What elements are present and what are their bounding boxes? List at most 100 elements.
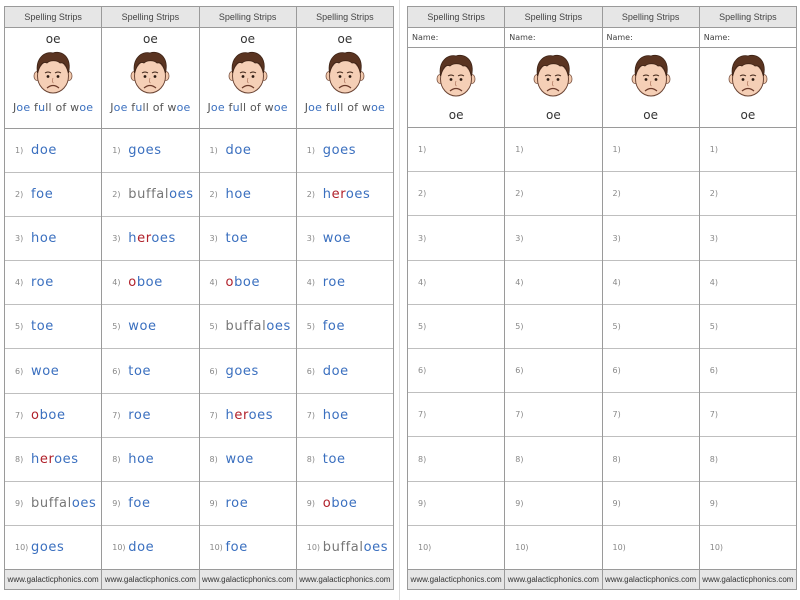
answer-row[interactable]: 2) bbox=[602, 172, 699, 217]
word-row: 6) goes bbox=[199, 349, 296, 394]
word-row: 9) foe bbox=[102, 482, 199, 526]
answer-row[interactable]: 7) bbox=[408, 393, 505, 438]
answer-row[interactable]: 3) bbox=[602, 216, 699, 261]
row-number: 1) bbox=[306, 146, 315, 156]
answer-row[interactable]: 3) bbox=[408, 216, 505, 261]
answer-row[interactable]: 4) bbox=[602, 261, 699, 305]
answer-row[interactable]: 6) bbox=[699, 349, 796, 394]
spelling-word: goes bbox=[128, 143, 162, 159]
row-number: 2) bbox=[112, 190, 121, 200]
answer-row[interactable]: 1) bbox=[602, 128, 699, 173]
footer-url: www.galacticphonics.com bbox=[199, 569, 296, 589]
row-number: 4) bbox=[112, 278, 121, 288]
answer-row[interactable]: 6) bbox=[505, 349, 602, 394]
word-row: 6) toe bbox=[102, 349, 199, 394]
strip-title: Spelling Strips bbox=[505, 7, 602, 28]
row-number: 3) bbox=[709, 233, 718, 243]
answer-row[interactable]: 4) bbox=[408, 261, 505, 305]
sad-face-icon bbox=[533, 54, 573, 97]
answer-row[interactable]: 9) bbox=[408, 482, 505, 526]
blank-spelling-strip: Spelling Strips Name: oe 1) 2) 3) 4) 5) 6) 7) 8) 9)… bbox=[699, 7, 796, 589]
answer-row[interactable]: 2) bbox=[505, 172, 602, 217]
answer-list: 1) 2) 3) 4) 5) 6) 7) 8) 9) 10) bbox=[505, 128, 602, 569]
answer-row[interactable]: 2) bbox=[699, 172, 796, 217]
answer-row[interactable]: 7) bbox=[602, 393, 699, 438]
row-number: 6) bbox=[418, 366, 427, 376]
answer-row[interactable]: 9) bbox=[505, 482, 602, 526]
name-field[interactable]: Name: bbox=[699, 28, 796, 48]
name-field[interactable]: Name: bbox=[602, 28, 699, 48]
answer-row[interactable]: 9) bbox=[699, 482, 796, 526]
row-number: 2) bbox=[209, 190, 218, 200]
strip-header: oe Joe full of woe bbox=[199, 28, 296, 129]
spelling-word: buffaloes bbox=[322, 539, 389, 555]
word-row: 6) doe bbox=[296, 349, 393, 394]
spelling-word: foe bbox=[31, 187, 54, 203]
name-field[interactable]: Name: bbox=[505, 28, 602, 48]
answer-row[interactable]: 10) bbox=[505, 526, 601, 569]
answer-row[interactable]: 9) bbox=[602, 482, 699, 526]
row-number: 6) bbox=[515, 366, 524, 376]
answer-row[interactable]: 10) bbox=[603, 526, 699, 569]
row-number: 9) bbox=[112, 498, 121, 508]
answer-row[interactable]: 2) bbox=[408, 172, 505, 217]
strip-title: Spelling Strips bbox=[102, 7, 199, 28]
word-row: 8) woe bbox=[199, 438, 296, 482]
answer-row[interactable]: 8) bbox=[505, 437, 602, 482]
word-row: 1) goes bbox=[296, 129, 393, 174]
word-row: 5) woe bbox=[102, 305, 199, 350]
answer-row[interactable]: 3) bbox=[699, 216, 796, 261]
answer-row[interactable]: 7) bbox=[699, 393, 796, 438]
spelling-strip: Spelling Strips oe Joe full of woe 1) goes 2)… bbox=[296, 7, 393, 589]
row-number: 4) bbox=[515, 277, 524, 287]
answer-row[interactable]: 5) bbox=[602, 305, 699, 350]
answer-row[interactable]: 6) bbox=[602, 349, 699, 394]
name-field[interactable]: Name: bbox=[408, 28, 505, 48]
spelling-word: foe bbox=[225, 539, 248, 555]
answer-row[interactable]: 1) bbox=[505, 128, 602, 173]
word-row: 1) doe bbox=[199, 129, 296, 174]
answer-row[interactable]: 4) bbox=[699, 261, 796, 305]
answer-list: 1) 2) 3) 4) 5) 6) 7) 8) 9) 10) bbox=[602, 128, 699, 569]
row-number: 5) bbox=[612, 321, 621, 331]
answer-row[interactable]: 8) bbox=[602, 437, 699, 482]
answer-row[interactable]: 1) bbox=[699, 128, 796, 173]
strip-title: Spelling Strips bbox=[199, 7, 296, 28]
spelling-word: buffaloes bbox=[128, 187, 194, 203]
spelling-word: doe bbox=[322, 363, 349, 379]
row-number: 9) bbox=[612, 498, 621, 508]
answer-row[interactable]: 8) bbox=[408, 437, 505, 482]
word-row: 4) roe bbox=[296, 261, 393, 306]
answer-row[interactable]: 1) bbox=[408, 128, 505, 173]
spelling-word: toe bbox=[128, 363, 152, 379]
answer-row[interactable]: 3) bbox=[505, 216, 602, 261]
answer-row[interactable]: 10) bbox=[408, 526, 504, 569]
row-number: 5) bbox=[515, 321, 524, 331]
row-number: 5) bbox=[709, 321, 718, 331]
answer-row[interactable]: 7) bbox=[505, 393, 602, 438]
sad-face-icon bbox=[436, 54, 476, 97]
sound-label: oe bbox=[448, 108, 464, 122]
row-number: 3) bbox=[515, 233, 524, 243]
answer-row[interactable]: 5) bbox=[699, 305, 796, 350]
row-number: 1) bbox=[112, 146, 121, 156]
answer-row[interactable]: 10) bbox=[700, 526, 796, 569]
row-number: 4) bbox=[418, 277, 427, 287]
answer-row[interactable]: 5) bbox=[408, 305, 505, 350]
row-number: 9) bbox=[709, 498, 718, 508]
row-number: 4) bbox=[306, 278, 315, 288]
row-number: 5) bbox=[209, 322, 218, 332]
word-row: 3) heroes bbox=[102, 217, 199, 262]
word-row: 2) hoe bbox=[199, 173, 296, 218]
spelling-word: woe bbox=[322, 231, 352, 247]
row-number: 3) bbox=[209, 234, 218, 244]
answer-row[interactable]: 5) bbox=[505, 305, 602, 350]
answer-row[interactable]: 8) bbox=[699, 437, 796, 482]
spelling-word: goes bbox=[225, 363, 259, 379]
row-number: 8) bbox=[306, 454, 315, 464]
answer-row[interactable]: 6) bbox=[408, 349, 505, 394]
answer-row[interactable]: 4) bbox=[505, 261, 602, 305]
row-number: 9) bbox=[209, 498, 218, 508]
word-row: 2) heroes bbox=[296, 173, 393, 218]
strip-header: oe bbox=[408, 48, 505, 128]
